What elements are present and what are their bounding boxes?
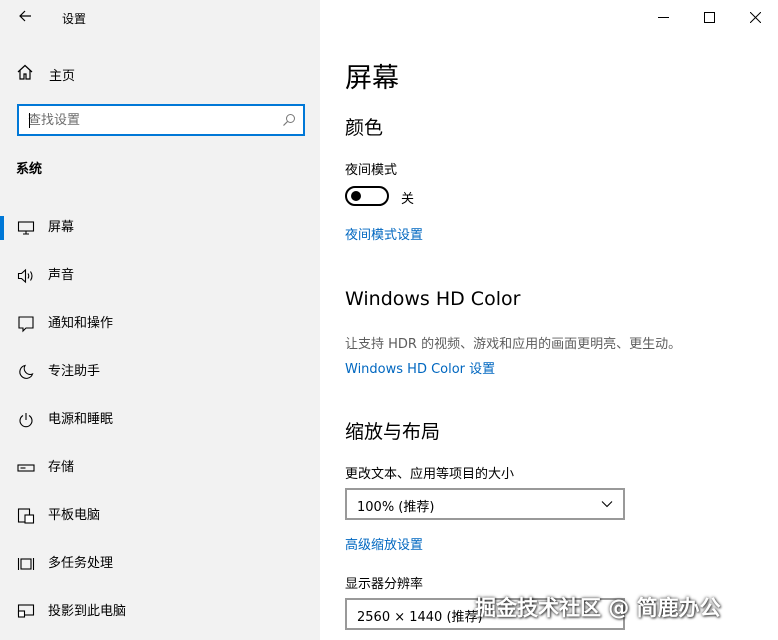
page-title: 屏幕 (345, 63, 399, 94)
sidebar-item-tablet[interactable]: 平板电脑 (0, 492, 320, 540)
close-button[interactable] (732, 0, 778, 34)
color-heading: 颜色 (345, 117, 384, 139)
search-box[interactable] (17, 104, 305, 136)
maximize-button[interactable] (686, 0, 732, 34)
main-content: 屏幕 颜色 夜间模式 关 夜间模式设置 Windows HD Color 让支持… (320, 0, 778, 640)
hdr-heading: Windows HD Color (345, 288, 521, 310)
text-size-label: 更改文本、应用等项目的大小 (345, 467, 515, 482)
window-controls (640, 0, 778, 34)
power-icon (16, 410, 36, 430)
tablet-icon (16, 506, 36, 526)
storage-icon (16, 458, 36, 478)
search-icon[interactable] (275, 106, 303, 134)
title-bar: 设置 (0, 0, 320, 34)
active-indicator (0, 216, 4, 240)
sidebar-item-storage[interactable]: 存储 (0, 444, 320, 492)
home-label: 主页 (49, 68, 76, 84)
maximize-icon (703, 8, 715, 27)
night-mode-settings-link[interactable]: 夜间模式设置 (345, 224, 423, 243)
sidebar-item-project-to-pc[interactable]: 投影到此电脑 (0, 588, 320, 636)
text-size-value: 100% (推荐) (357, 500, 435, 515)
back-arrow-icon (18, 8, 32, 27)
multitask-icon (16, 554, 36, 574)
night-mode-label: 夜间模式 (345, 163, 398, 178)
sidebar-item-display[interactable]: 屏幕 (0, 204, 320, 252)
hdr-settings-link[interactable]: Windows HD Color 设置 (345, 358, 495, 377)
sidebar-item-label: 平板电脑 (48, 508, 101, 523)
search-input[interactable] (28, 112, 275, 128)
close-icon (749, 8, 761, 27)
sidebar: 设置 主页 系统 屏幕 声音 (0, 0, 320, 640)
sidebar-item-label: 通知和操作 (48, 316, 114, 331)
sidebar-item-focus-assist[interactable]: 专注助手 (0, 348, 320, 396)
scale-heading: 缩放与布局 (345, 421, 441, 443)
resolution-label: 显示器分辨率 (345, 577, 424, 592)
sidebar-item-power-sleep[interactable]: 电源和睡眠 (0, 396, 320, 444)
sidebar-item-sound[interactable]: 声音 (0, 252, 320, 300)
resolution-value: 2560 × 1440 (推荐) (357, 610, 483, 625)
section-title: 系统 (16, 162, 43, 177)
home-link[interactable]: 主页 (16, 62, 75, 86)
sidebar-item-label: 屏幕 (48, 220, 75, 235)
project-icon (16, 602, 36, 622)
watermark: 掘金技术社区 @ 简鹿办公 (475, 596, 721, 620)
sidebar-item-label: 专注助手 (48, 364, 101, 379)
home-icon (16, 63, 34, 85)
monitor-icon (16, 218, 36, 238)
toggle-knob (351, 191, 361, 201)
sidebar-item-label: 电源和睡眠 (48, 412, 114, 427)
sidebar-nav: 屏幕 声音 通知和操作 专注助手 电源和睡眠 存储 平板电脑 多任务处理 投影到… (0, 204, 320, 636)
speaker-icon (16, 266, 36, 286)
notification-icon (16, 314, 36, 334)
hdr-description: 让支持 HDR 的视频、游戏和应用的画面更明亮、更生动。 (345, 337, 682, 352)
chevron-down-icon (600, 496, 614, 515)
moon-icon (16, 362, 36, 382)
sidebar-item-multitasking[interactable]: 多任务处理 (0, 540, 320, 588)
night-mode-toggle[interactable] (345, 186, 389, 206)
text-size-dropdown[interactable]: 100% (推荐) (345, 488, 625, 520)
text-caret (29, 113, 30, 128)
sidebar-item-label: 存储 (48, 460, 75, 475)
sidebar-item-notifications[interactable]: 通知和操作 (0, 300, 320, 348)
minimize-button[interactable] (640, 0, 686, 34)
window-title: 设置 (62, 12, 87, 26)
night-mode-state: 关 (401, 192, 415, 207)
back-button[interactable] (10, 4, 40, 30)
sidebar-item-label: 多任务处理 (48, 556, 114, 571)
sidebar-item-label: 投影到此电脑 (48, 604, 127, 619)
minimize-icon (657, 8, 669, 27)
advanced-scaling-link[interactable]: 高级缩放设置 (345, 534, 423, 553)
sidebar-item-label: 声音 (48, 268, 75, 283)
